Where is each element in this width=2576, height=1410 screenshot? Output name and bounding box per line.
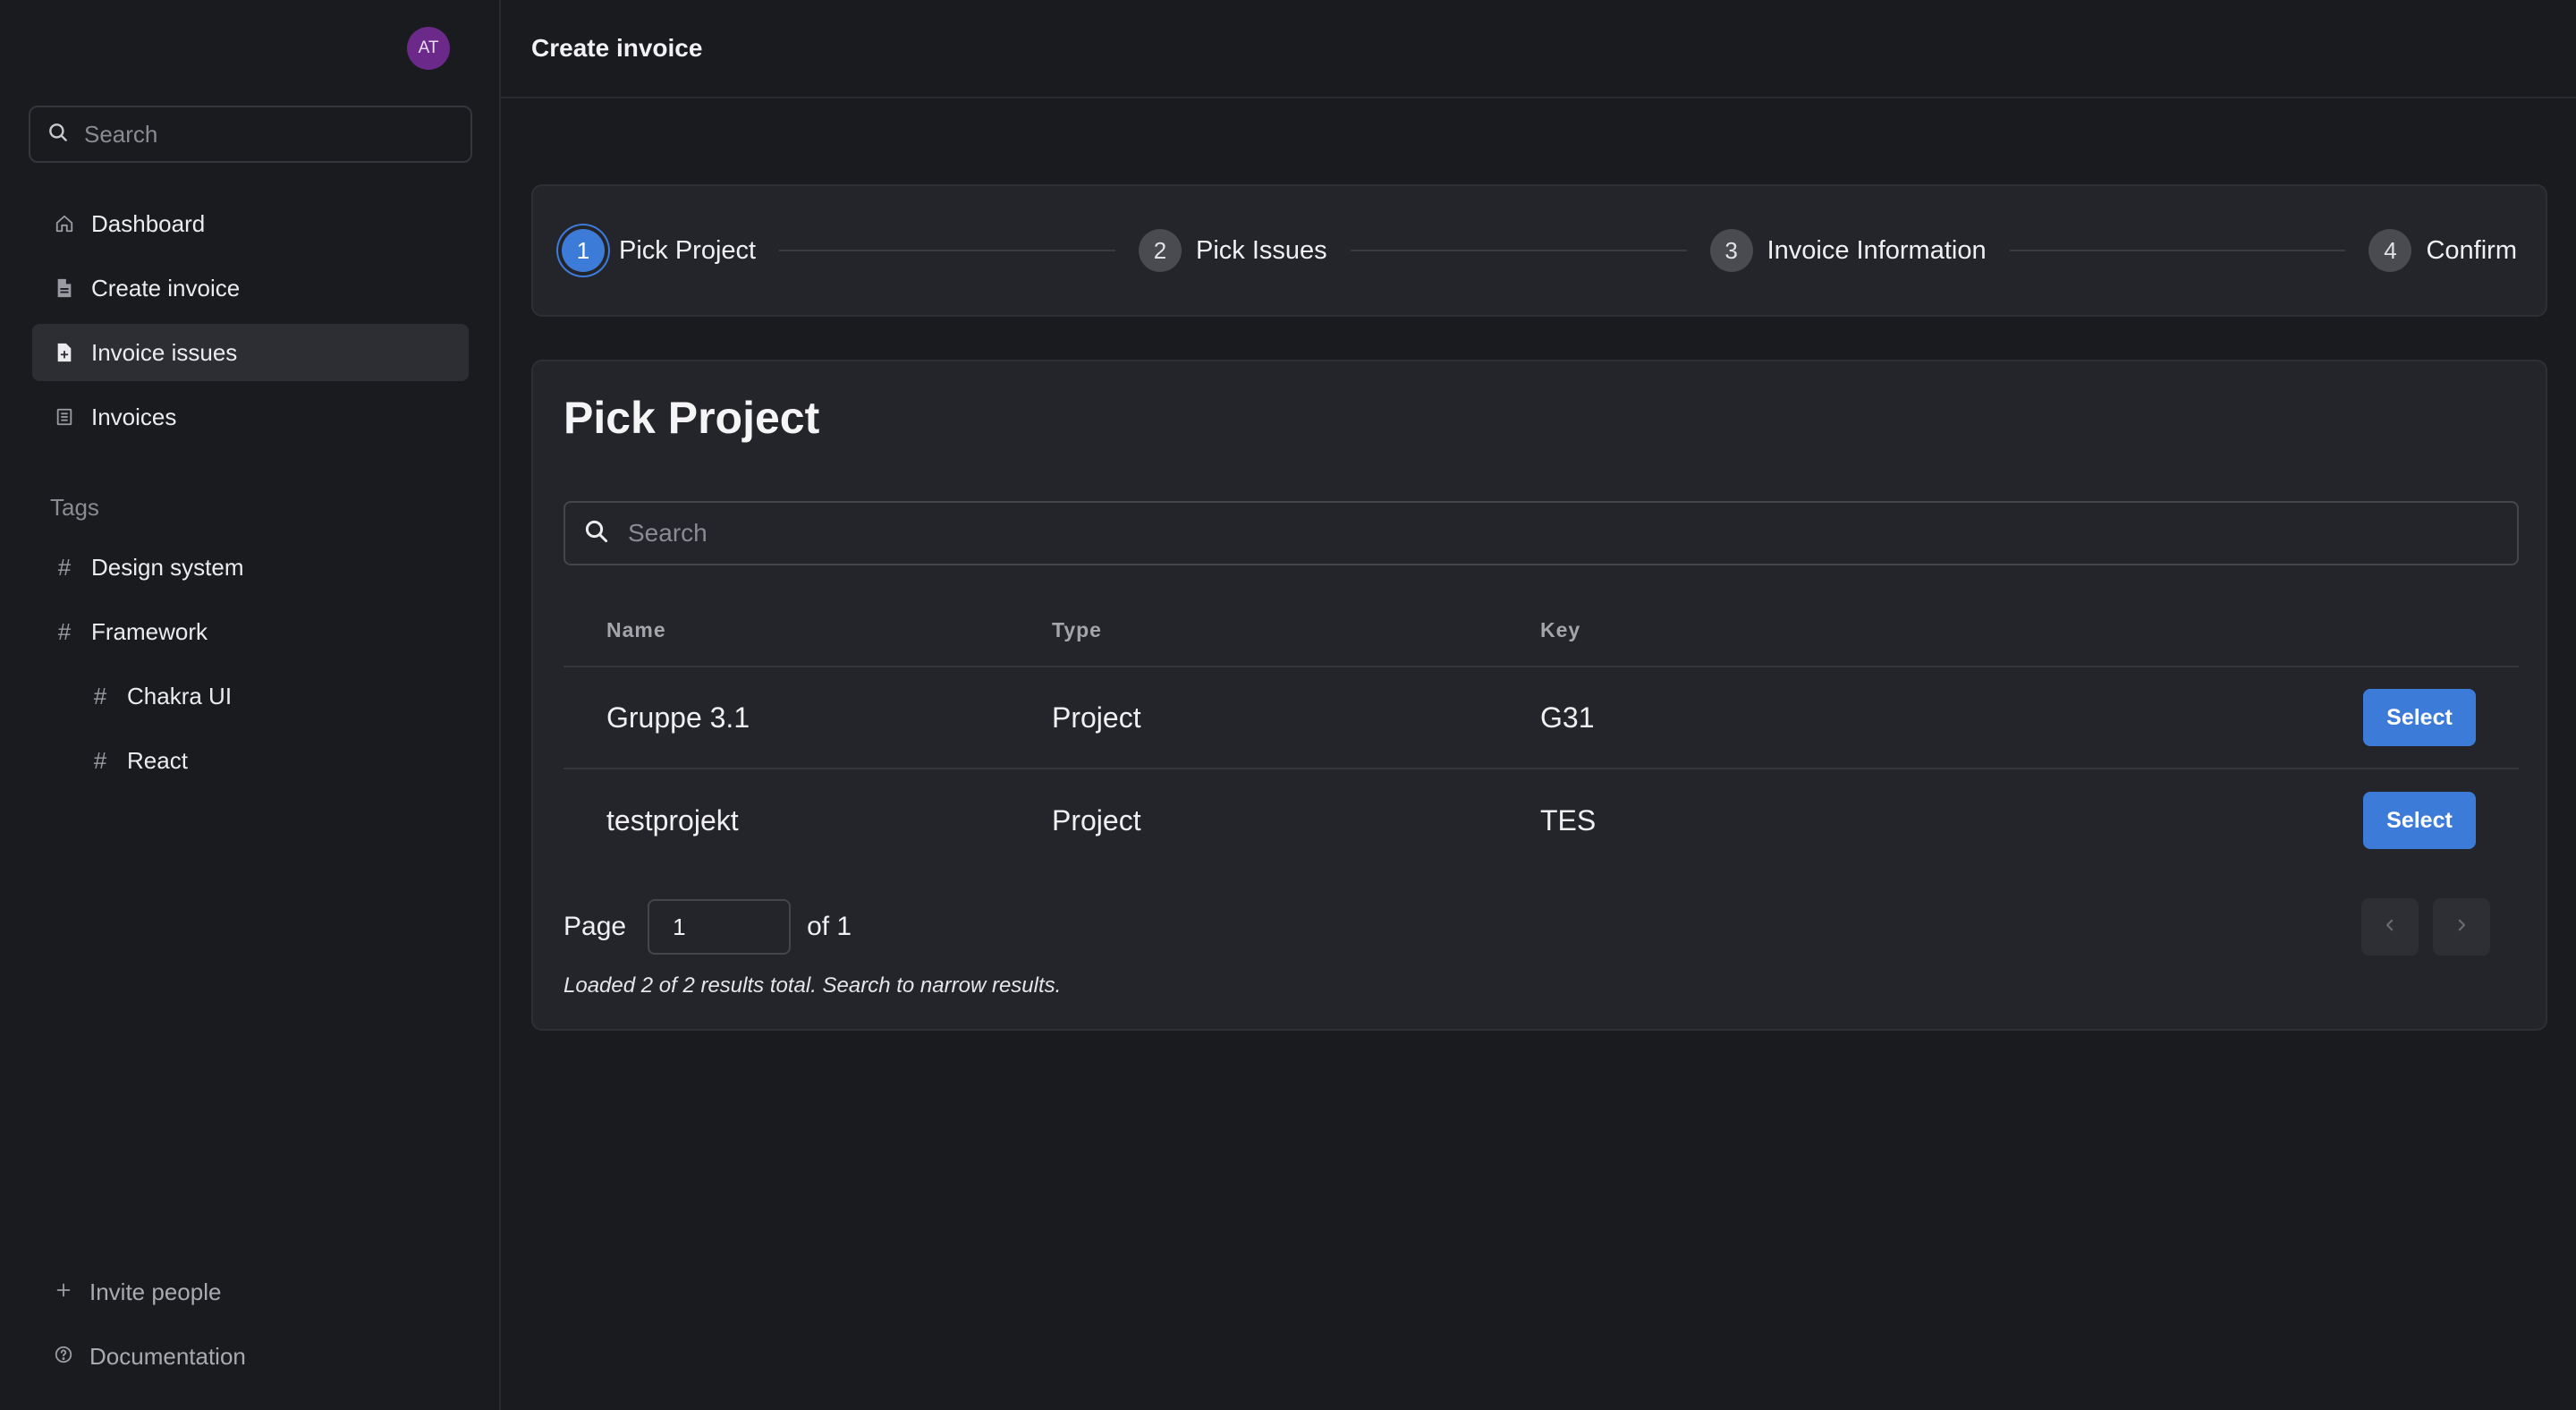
step-separator bbox=[2009, 250, 2346, 251]
sidebar-footer: Invite people Documentation bbox=[32, 1263, 469, 1392]
page-title: Create invoice bbox=[531, 34, 703, 62]
table-row: testprojekt Project TES Select bbox=[564, 769, 2519, 871]
search-icon bbox=[583, 518, 610, 549]
help-icon bbox=[54, 1343, 73, 1371]
file-icon bbox=[54, 277, 75, 299]
page-label: Page bbox=[564, 912, 627, 941]
documentation-label: Documentation bbox=[89, 1342, 246, 1370]
sidebar-item-dashboard[interactable]: Dashboard bbox=[32, 195, 469, 252]
sidebar-search-input[interactable] bbox=[84, 120, 442, 149]
tags-heading: Tags bbox=[50, 494, 99, 521]
home-icon bbox=[54, 213, 75, 234]
projects-table: Name Type Key Gruppe 3.1 Project G31 Sel… bbox=[564, 594, 2519, 871]
sidebar-item-label: Invoice issues bbox=[91, 338, 238, 366]
next-page-button[interactable] bbox=[2433, 898, 2490, 956]
invite-people-label: Invite people bbox=[89, 1278, 222, 1305]
step-confirm[interactable]: 4 Confirm bbox=[2368, 229, 2517, 272]
cell-name: testprojekt bbox=[606, 803, 739, 837]
invite-people-button[interactable]: Invite people bbox=[32, 1263, 469, 1321]
file-plus-icon bbox=[54, 342, 75, 363]
cell-name: Gruppe 3.1 bbox=[606, 701, 750, 734]
sidebar-item-label: Dashboard bbox=[91, 209, 206, 237]
hash-icon: # bbox=[93, 746, 107, 774]
main-content: Create invoice 1 Pick Project 2 Pick Iss… bbox=[501, 0, 2576, 1410]
tag-chakra-ui[interactable]: # Chakra UI bbox=[32, 667, 469, 725]
tags-list: # Design system # Framework # Chakra UI … bbox=[32, 539, 469, 796]
step-number: 4 bbox=[2368, 229, 2412, 272]
sidebar-search bbox=[29, 106, 472, 163]
project-search bbox=[564, 501, 2519, 565]
pagination: Page of 1 bbox=[564, 898, 2519, 956]
tag-design-system[interactable]: # Design system bbox=[32, 539, 469, 596]
column-header-key: Key bbox=[1540, 617, 1581, 641]
previous-page-button[interactable] bbox=[2361, 898, 2419, 956]
column-header-type: Type bbox=[1052, 617, 1102, 641]
avatar[interactable]: AT bbox=[407, 27, 450, 70]
tag-react[interactable]: # React bbox=[32, 732, 469, 789]
results-summary: Loaded 2 of 2 results total. Search to n… bbox=[564, 973, 1062, 998]
tag-label: Chakra UI bbox=[127, 682, 233, 709]
cell-key: G31 bbox=[1540, 701, 1595, 734]
step-label: Confirm bbox=[2426, 235, 2517, 265]
tag-label: Framework bbox=[91, 617, 208, 645]
select-button[interactable]: Select bbox=[2363, 689, 2476, 746]
project-search-input[interactable] bbox=[628, 519, 2417, 548]
sidebar-item-invoice-issues[interactable]: Invoice issues bbox=[32, 324, 469, 381]
cell-key: TES bbox=[1540, 803, 1597, 837]
hash-icon: # bbox=[93, 682, 107, 709]
tag-label: React bbox=[127, 746, 188, 774]
page-number-input[interactable] bbox=[648, 899, 792, 955]
hash-icon: # bbox=[57, 553, 72, 581]
page-count-label: of 1 bbox=[807, 912, 852, 941]
step-separator bbox=[779, 250, 1115, 251]
step-pick-project[interactable]: 1 Pick Project bbox=[562, 229, 756, 272]
sidebar-nav: Dashboard Create invoice Invoice issues … bbox=[32, 195, 469, 453]
table-header: Name Type Key bbox=[564, 594, 2519, 667]
cell-action: Select bbox=[2345, 689, 2519, 746]
step-number: 1 bbox=[562, 229, 605, 272]
app-root: AT Dashboard Create invoice bbox=[0, 0, 2576, 1410]
pick-project-card: Pick Project Name Type Key Gruppe 3.1 Pr… bbox=[531, 360, 2547, 1031]
step-number: 3 bbox=[1709, 229, 1753, 272]
hash-icon: # bbox=[57, 617, 72, 645]
plus-icon bbox=[54, 1278, 73, 1306]
sidebar-item-label: Create invoice bbox=[91, 274, 241, 302]
chevron-left-icon bbox=[2382, 917, 2398, 938]
select-button[interactable]: Select bbox=[2363, 792, 2476, 849]
documentation-link[interactable]: Documentation bbox=[32, 1328, 469, 1385]
sidebar-item-invoices[interactable]: Invoices bbox=[32, 388, 469, 446]
tag-label: Design system bbox=[91, 553, 244, 581]
step-label: Pick Issues bbox=[1196, 235, 1327, 265]
step-invoice-information[interactable]: 3 Invoice Information bbox=[1709, 229, 1987, 272]
column-header-name: Name bbox=[606, 617, 666, 641]
chevron-right-icon bbox=[2453, 917, 2470, 938]
stepper: 1 Pick Project 2 Pick Issues 3 Invoice I… bbox=[531, 184, 2547, 317]
step-number: 2 bbox=[1139, 229, 1182, 272]
pager-nav bbox=[2361, 898, 2490, 956]
step-pick-issues[interactable]: 2 Pick Issues bbox=[1139, 229, 1327, 272]
sidebar-item-label: Invoices bbox=[91, 403, 177, 430]
search-icon bbox=[47, 121, 70, 149]
tag-framework[interactable]: # Framework bbox=[32, 603, 469, 660]
card-title: Pick Project bbox=[564, 393, 820, 443]
cell-type: Project bbox=[1052, 701, 1141, 734]
topbar: Create invoice bbox=[501, 0, 2576, 98]
cell-action: Select bbox=[2345, 792, 2519, 849]
step-label: Pick Project bbox=[619, 235, 757, 265]
cell-type: Project bbox=[1052, 803, 1141, 837]
table-row: Gruppe 3.1 Project G31 Select bbox=[564, 667, 2519, 769]
list-icon bbox=[54, 406, 75, 428]
sidebar: AT Dashboard Create invoice bbox=[0, 0, 501, 1410]
sidebar-item-create-invoice[interactable]: Create invoice bbox=[32, 259, 469, 317]
step-label: Invoice Information bbox=[1767, 235, 1987, 265]
step-separator bbox=[1350, 250, 1687, 251]
